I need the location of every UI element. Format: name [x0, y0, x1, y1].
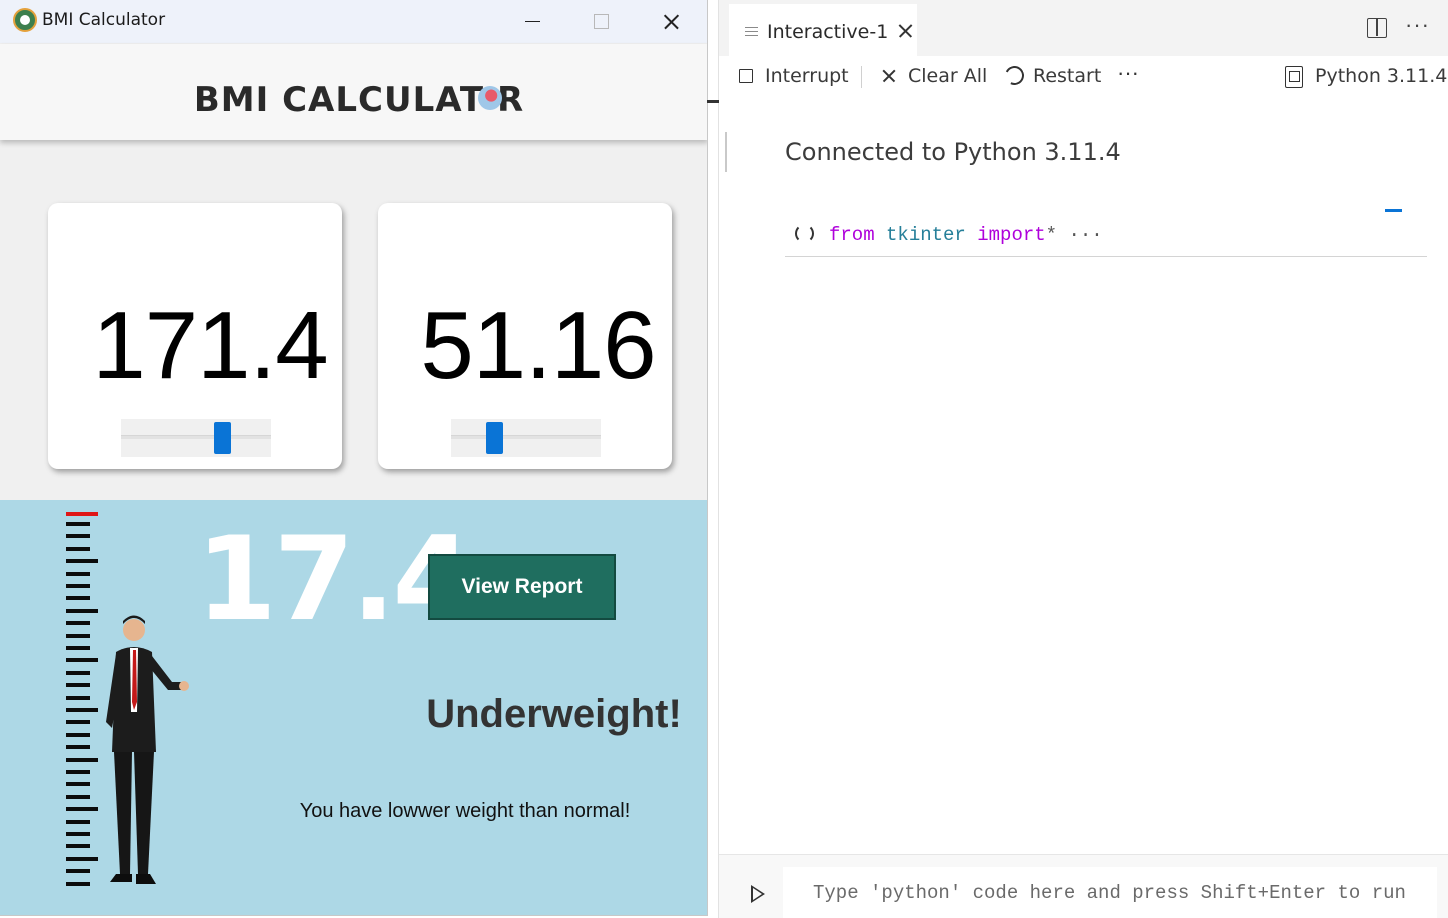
app-heading: BMI CALCULAT R: [193, 80, 525, 120]
ruler-tick: [66, 832, 90, 836]
ruler-tick: [66, 720, 90, 725]
restart-icon[interactable]: [1002, 63, 1027, 88]
ruler-tick: [66, 683, 90, 688]
weight-card: 51.16: [378, 203, 672, 469]
close-icon[interactable]: [648, 0, 694, 43]
height-card: 171.4: [48, 203, 342, 469]
ruler-tick: [66, 546, 90, 551]
window-title: BMI Calculator: [42, 10, 166, 30]
toolbar-more-icon[interactable]: ···: [1117, 60, 1139, 86]
ruler-tick: [66, 869, 90, 874]
weight-value: 51.16: [420, 292, 656, 399]
height-value: 171.4: [92, 292, 328, 399]
height-slider[interactable]: [121, 419, 271, 457]
ruler-tick: [66, 695, 90, 700]
weight-slider-track[interactable]: [451, 435, 601, 439]
interactive-toolbar: Interrupt Clear All Restart ··· Python 3…: [719, 56, 1448, 98]
code-keyword-from: from: [829, 224, 875, 246]
weight-slider-thumb[interactable]: [486, 422, 503, 454]
ruler-tick: [66, 670, 90, 675]
bmi-calculator-window: BMI Calculator BMI CALCULAT R 171.4 51.1…: [0, 0, 708, 916]
ruler-tick: [66, 732, 90, 737]
ruler-tick: [66, 794, 90, 799]
connection-status: Connected to Python 3.11.4: [785, 138, 1121, 166]
ruler-tick: [66, 646, 90, 650]
header-band: BMI CALCULAT R: [0, 44, 707, 140]
ruler-tick: [66, 708, 98, 712]
ruler-tick: [66, 522, 90, 526]
clear-icon[interactable]: [881, 68, 897, 84]
ruler-tick: [66, 782, 90, 787]
ruler-tick: [66, 559, 98, 564]
result-panel: 17.4 View Report Underweight! You have l…: [0, 500, 707, 915]
bmi-status-label: Underweight!: [426, 692, 682, 736]
more-actions-icon[interactable]: ···: [1405, 12, 1430, 38]
minimize-icon[interactable]: [509, 0, 555, 43]
bmi-status-description: You have lowwer weight than normal!: [299, 800, 631, 822]
window-titlebar[interactable]: BMI Calculator: [0, 0, 707, 43]
ruler-tick: [66, 571, 90, 576]
bmi-app-icon: [13, 8, 37, 32]
ruler-tick: [66, 819, 90, 824]
code-keyword-import: import: [977, 224, 1046, 246]
toolbar-separator: [861, 66, 862, 88]
tab-interactive-1[interactable]: Interactive-1: [729, 4, 917, 56]
ruler-tick: [66, 844, 90, 849]
ruler-tick: [66, 770, 90, 774]
restart-button[interactable]: Restart: [1033, 65, 1101, 87]
person-illustration: [106, 615, 189, 884]
vscode-interactive-pane: Interactive-1 ··· Interrupt Clear All Re…: [707, 0, 1448, 918]
interrupt-button[interactable]: Interrupt: [765, 65, 849, 87]
code-input[interactable]: [783, 867, 1437, 918]
weight-slider[interactable]: [451, 419, 601, 457]
ruler-tick: [66, 534, 90, 539]
tab-label: Interactive-1: [767, 21, 889, 43]
ruler-tick: [66, 596, 90, 601]
ruler-tick: [66, 584, 90, 588]
ruler-tick: [66, 658, 98, 663]
ruler-marker: [66, 512, 98, 516]
sash-handle[interactable]: [707, 100, 719, 103]
executed-cell-code[interactable]: from tkinter import* ···: [829, 224, 1103, 246]
cell-divider: [785, 256, 1427, 257]
view-report-button[interactable]: View Report: [428, 554, 616, 620]
kernel-icon[interactable]: [1285, 66, 1303, 88]
cell-collapse-icon[interactable]: [1385, 209, 1402, 212]
height-slider-track[interactable]: [121, 435, 271, 439]
heading-badge-icon: [478, 86, 502, 110]
ruler-tick: [66, 621, 90, 626]
kernel-picker[interactable]: Python 3.11.4: [1315, 65, 1447, 87]
split-editor-icon[interactable]: [1367, 18, 1387, 38]
code-remainder: * ···: [1045, 224, 1103, 246]
maximize-icon[interactable]: [578, 0, 624, 43]
gutter-indicator: [725, 132, 727, 172]
ruler-tick: [66, 745, 90, 750]
stop-icon[interactable]: [739, 69, 753, 83]
editor-tab-strip: Interactive-1 ···: [719, 0, 1448, 56]
ruler-tick: [66, 856, 98, 861]
ruler-tick: [66, 807, 98, 812]
ruler-tick: [66, 608, 98, 613]
ruler-tick: [66, 633, 90, 638]
ruler-tick: [66, 757, 98, 762]
height-slider-thumb[interactable]: [214, 422, 231, 454]
clear-all-button[interactable]: Clear All: [908, 65, 987, 87]
cell-status-icon: [795, 224, 814, 243]
tab-close-icon[interactable]: [897, 22, 915, 40]
code-module: tkinter: [886, 224, 966, 246]
code-input-bar: [719, 854, 1448, 918]
run-icon[interactable]: [751, 885, 765, 903]
height-ruler-graphic: [66, 512, 98, 892]
ruler-tick: [66, 881, 90, 886]
interactive-window-icon: [745, 27, 758, 36]
